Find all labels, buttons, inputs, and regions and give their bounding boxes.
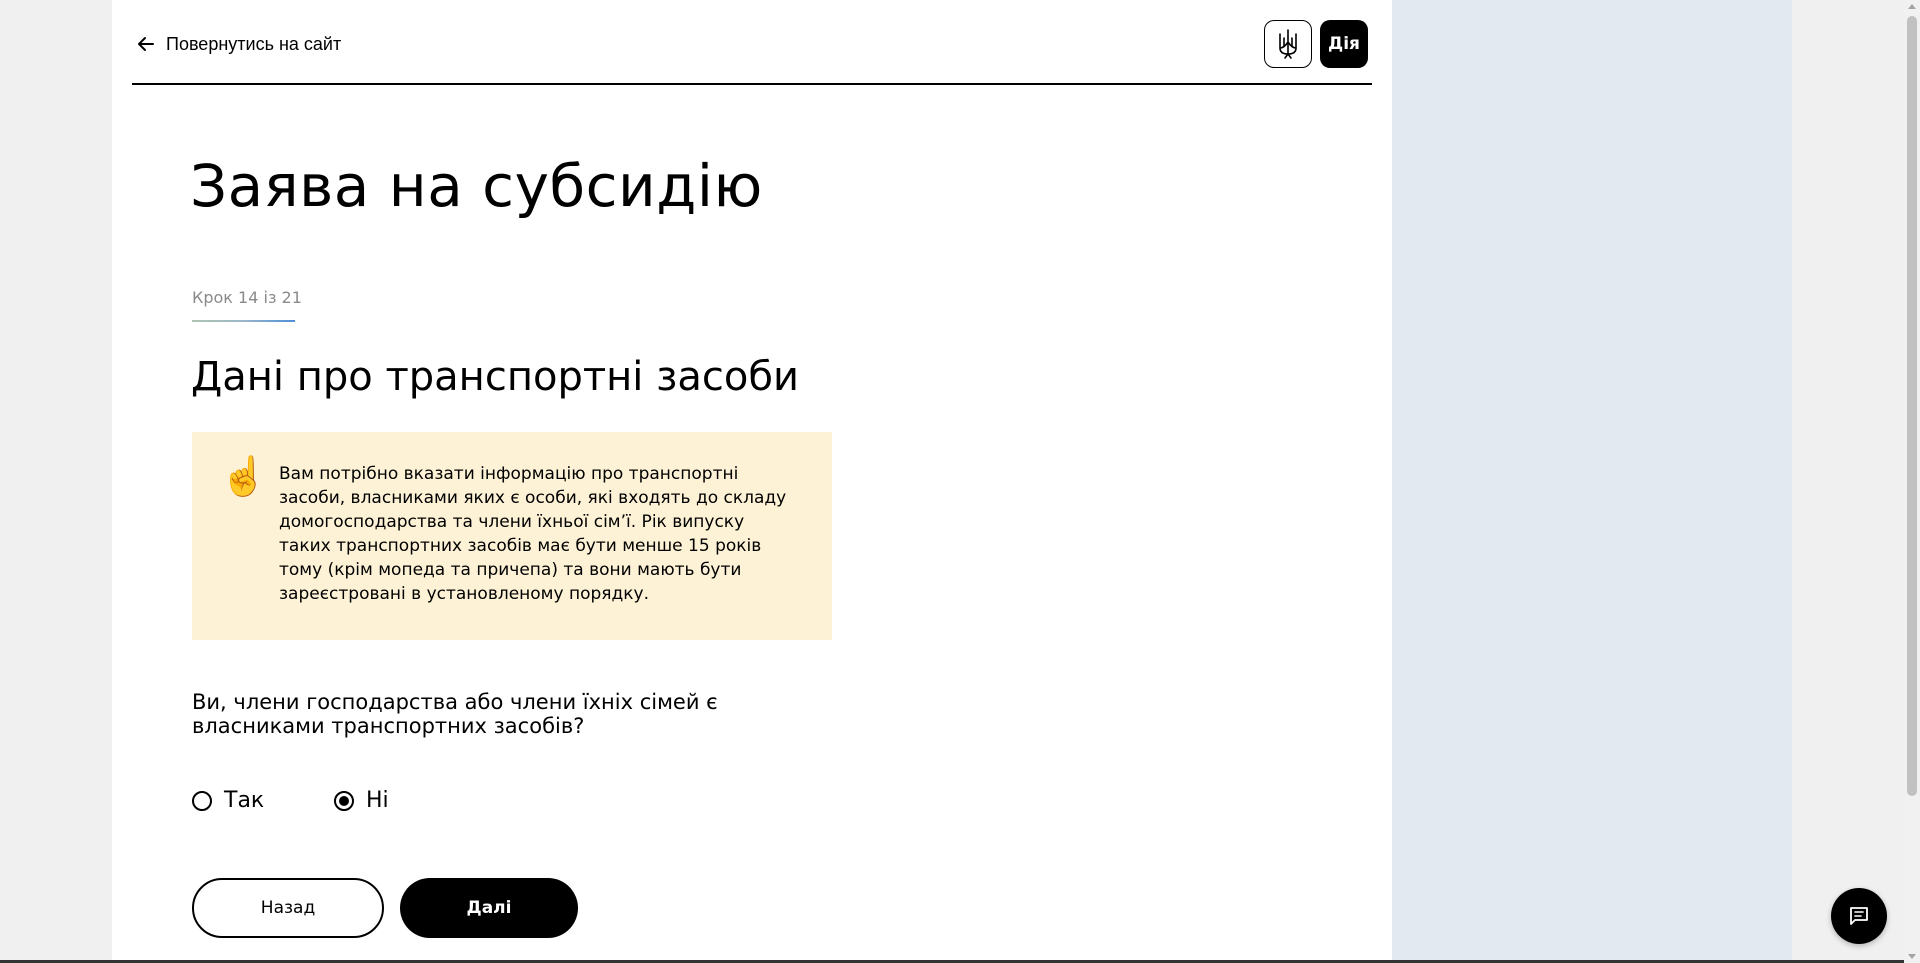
step-progress-line [192,320,295,322]
chat-icon [1850,907,1868,925]
info-callout: ☝️ Вам потрібно вказати інформацію про т… [192,432,832,640]
question-label: Ви, члени господарства або члени їхніх с… [192,690,718,738]
header: Повернутись на сайт Дія [132,0,1372,85]
step-indicator: Крок 14 із 21 [192,288,302,307]
radio-option-yes[interactable]: Так [192,788,264,813]
info-text: Вам потрібно вказати інформацію про тран… [279,464,787,604]
scroll-up-icon[interactable] [1908,4,1916,9]
scroll-down-icon[interactable] [1908,954,1916,959]
back-to-site-link[interactable]: Повернутись на сайт [136,30,341,58]
radio-button-no[interactable] [334,790,354,811]
arrow-left-icon [138,37,154,51]
coat-of-arms-logo[interactable] [1264,20,1312,68]
radio-label-no: Ні [366,788,389,813]
side-panel [1392,0,1792,963]
radio-button-yes[interactable] [192,790,212,811]
diia-logo[interactable]: Дія [1320,20,1368,68]
back-to-site-label: Повернутись на сайт [166,33,342,54]
vertical-scrollbar[interactable] [1904,0,1920,963]
radio-option-no[interactable]: Ні [334,788,389,813]
back-button[interactable]: Назад [192,878,384,938]
page-margin-left [0,0,112,963]
chat-button[interactable] [1831,888,1887,944]
pointing-finger-icon: ☝️ [220,454,268,498]
radio-label-yes: Так [224,788,265,813]
section-title: Дані про транспортні засоби [191,354,800,400]
page-title: Заява на субсидію [190,152,763,220]
radio-selected-dot [339,795,349,806]
trident-icon [1279,29,1297,59]
next-button[interactable]: Далі [400,878,578,938]
scrollbar-thumb[interactable] [1907,16,1917,796]
page-margin-right [1792,0,1904,963]
